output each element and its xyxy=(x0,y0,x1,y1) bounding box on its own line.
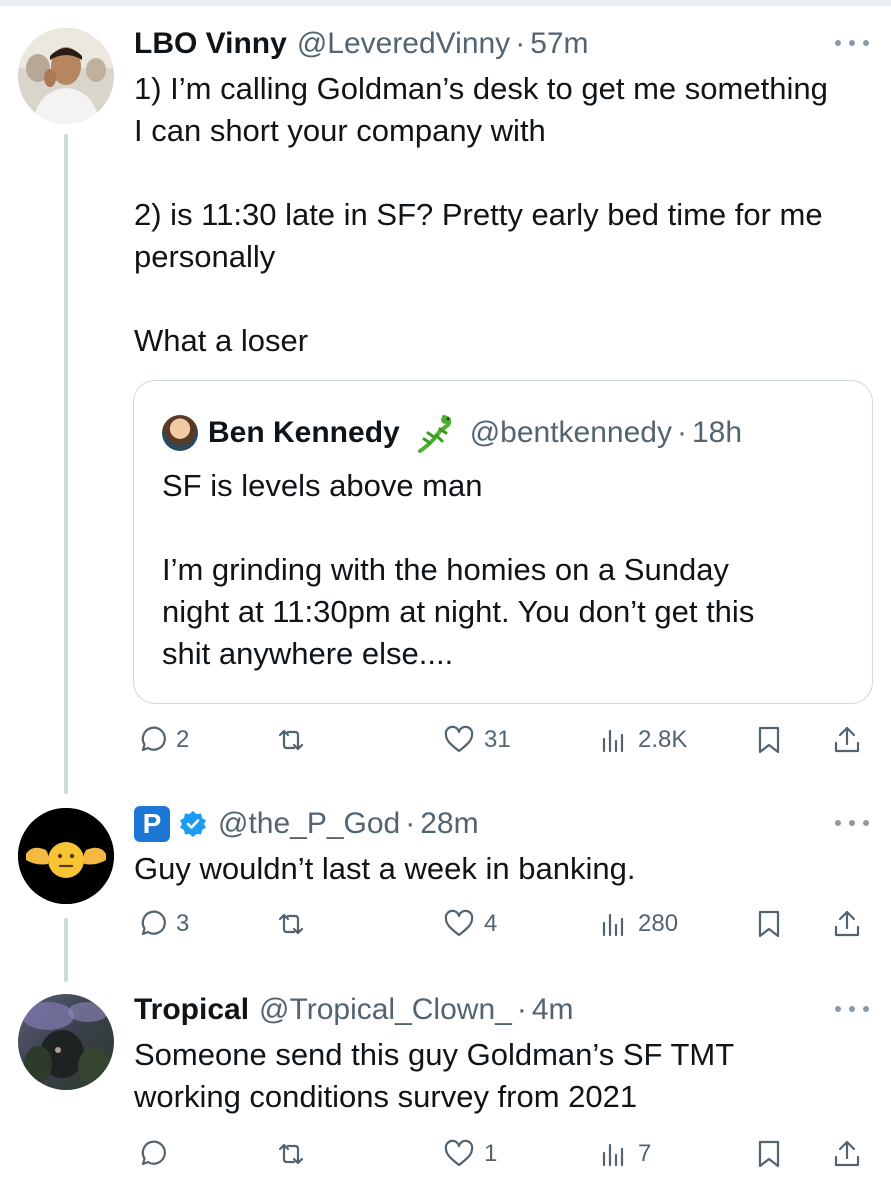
like-button[interactable]: 4 xyxy=(442,904,497,944)
share-upload-icon xyxy=(834,1140,860,1167)
reply-button[interactable]: 3 xyxy=(134,904,189,944)
bar-chart-icon xyxy=(602,729,624,753)
timestamp[interactable]: 4m xyxy=(532,992,574,1028)
separator-dot: · xyxy=(676,416,687,449)
action-bar: 3 4 280 xyxy=(134,904,874,944)
quote-timestamp: 18h xyxy=(691,416,743,449)
tweet-header: Tropical @Tropical_Clown_ · 4m xyxy=(134,992,574,1028)
tweet-text: 1) I’m calling Goldman’s desk to get me … xyxy=(134,71,828,358)
like-count: 4 xyxy=(484,910,498,937)
profile-badge: P xyxy=(134,806,170,842)
reply-count: 3 xyxy=(176,910,190,937)
share-button[interactable] xyxy=(830,720,864,760)
more-dots-icon[interactable] xyxy=(835,38,869,48)
avatar[interactable] xyxy=(18,28,114,124)
like-count: 31 xyxy=(484,726,511,753)
share-button[interactable] xyxy=(830,1134,864,1174)
reply-count: 2 xyxy=(176,726,190,753)
reply-bubble-icon xyxy=(141,910,166,936)
quote-author-name: Ben Kennedy xyxy=(208,416,400,449)
like-count: 1 xyxy=(484,1140,498,1167)
timestamp[interactable]: 57m xyxy=(530,26,588,62)
lizard-emoji-icon xyxy=(417,415,452,453)
reply-button[interactable] xyxy=(134,1134,176,1174)
action-bar: 2 31 2.8K xyxy=(134,720,874,760)
bar-chart-icon xyxy=(602,1143,624,1167)
view-count: 7 xyxy=(638,1140,652,1167)
reply-bubble-icon xyxy=(141,726,166,752)
quoted-tweet[interactable]: Ben Kennedy @bentkennedy · 18h SF is lev… xyxy=(133,380,873,704)
top-divider xyxy=(0,0,891,6)
more-dots-icon[interactable] xyxy=(835,818,869,828)
author-name[interactable]: Tropical xyxy=(134,992,249,1028)
like-button[interactable]: 31 xyxy=(442,720,511,760)
separator-dot: · xyxy=(405,807,416,840)
tweet-text: Guy wouldn’t last a week in banking. xyxy=(134,851,636,886)
reply-bubble-icon xyxy=(141,1140,166,1166)
avatar[interactable] xyxy=(18,808,114,904)
repost-arrows-icon xyxy=(278,729,304,751)
author-handle[interactable]: @the_P_God xyxy=(218,806,400,842)
bookmark-button[interactable] xyxy=(752,1134,786,1174)
view-count: 280 xyxy=(638,910,679,937)
heart-icon xyxy=(444,909,474,937)
more-dots-icon[interactable] xyxy=(835,1004,869,1014)
tweet-header: P @the_P_God · 28m xyxy=(134,806,479,842)
like-button[interactable]: 1 xyxy=(442,1134,497,1174)
separator-dot: · xyxy=(515,27,526,60)
views-button[interactable]: 7 xyxy=(596,1134,651,1174)
share-upload-icon xyxy=(834,910,860,937)
quote-text: SF is levels above man I’m grinding with… xyxy=(162,468,755,671)
repost-button[interactable] xyxy=(274,720,316,760)
share-upload-icon xyxy=(834,726,860,753)
bar-chart-icon xyxy=(602,913,624,937)
view-count: 2.8K xyxy=(638,726,688,753)
quote-header: Ben Kennedy @bentkennedy · 18h xyxy=(162,411,742,455)
quote-avatar xyxy=(162,415,198,451)
tweet-text: Someone send this guy Goldman’s SF TMT w… xyxy=(134,1037,735,1114)
views-button[interactable]: 280 xyxy=(596,904,678,944)
timestamp[interactable]: 28m xyxy=(420,806,478,842)
action-bar: 1 7 xyxy=(134,1134,874,1174)
heart-icon xyxy=(444,1139,474,1167)
heart-icon xyxy=(444,725,474,753)
verified-badge-icon xyxy=(180,811,206,837)
avatar[interactable] xyxy=(18,994,114,1090)
bookmark-icon xyxy=(758,910,780,938)
repost-button[interactable] xyxy=(274,1134,316,1174)
bookmark-button[interactable] xyxy=(752,720,786,760)
bookmark-button[interactable] xyxy=(752,904,786,944)
reply-button[interactable]: 2 xyxy=(134,720,189,760)
author-name[interactable]: LBO Vinny xyxy=(134,26,287,62)
separator-dot: · xyxy=(516,993,527,1026)
thread-line xyxy=(64,918,68,982)
bookmark-icon xyxy=(758,726,780,754)
author-handle[interactable]: @Tropical_Clown_ xyxy=(259,992,512,1028)
author-handle[interactable]: @LeveredVinny xyxy=(297,26,510,62)
repost-arrows-icon xyxy=(278,913,304,935)
views-button[interactable]: 2.8K xyxy=(596,720,687,760)
thread-line xyxy=(64,134,68,794)
share-button[interactable] xyxy=(830,904,864,944)
quote-author-handle: @bentkennedy xyxy=(469,416,672,449)
repost-arrows-icon xyxy=(278,1143,304,1165)
bookmark-icon xyxy=(758,1140,780,1168)
tweet-header: LBO Vinny @LeveredVinny · 57m xyxy=(134,26,589,62)
repost-button[interactable] xyxy=(274,904,316,944)
